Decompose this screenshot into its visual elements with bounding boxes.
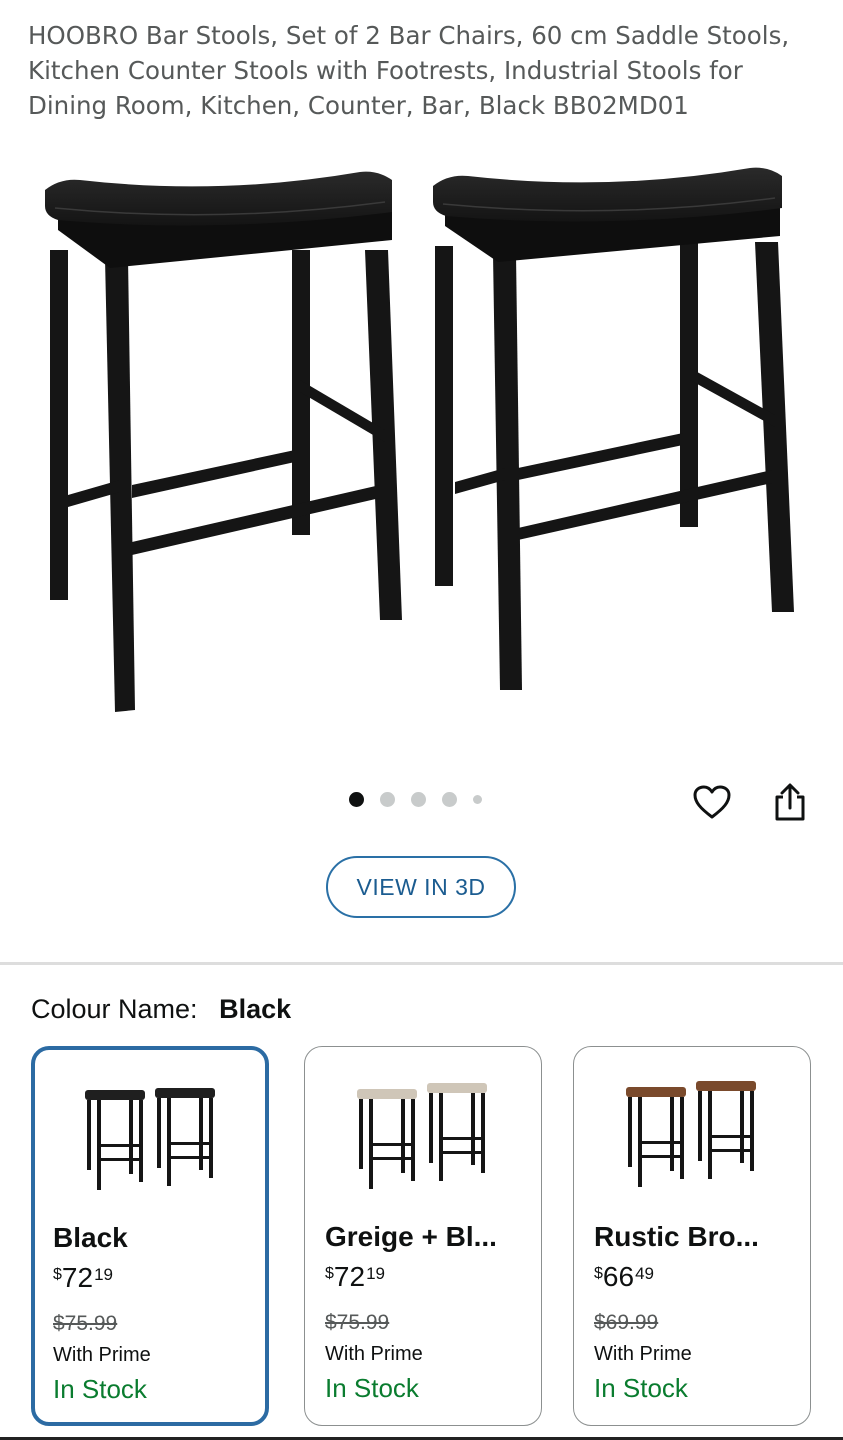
pagination-dot[interactable] (349, 792, 364, 807)
price-whole: 72 (61, 1262, 94, 1293)
price-fraction: 19 (366, 1264, 385, 1283)
swatch-stock: In Stock (325, 1373, 419, 1403)
swatch-greige-black[interactable]: Greige + Bl... $72 19 $75.99 With Prime I… (304, 1046, 542, 1426)
pagination-dot[interactable] (411, 792, 426, 807)
swatch-name: Greige + Bl... (325, 1221, 497, 1252)
product-title: HOOBRO Bar Stools, Set of 2 Bar Chairs, … (28, 21, 790, 120)
swatch-prime: With Prime (594, 1343, 692, 1365)
colour-selection-label: Colour Name: Black (31, 994, 291, 1025)
swatch-stock: In Stock (53, 1374, 147, 1404)
swatch-thumbnail (357, 1083, 487, 1189)
pagination-dot[interactable] (442, 792, 457, 807)
stool-left (45, 171, 402, 712)
swatch-price: $72 19 (53, 1262, 113, 1294)
product-image[interactable] (0, 150, 843, 740)
swatch-was-price: $69.99 (594, 1311, 659, 1334)
image-pagination[interactable] (349, 792, 482, 807)
price-currency: $ (594, 1265, 603, 1282)
swatch-price: $72 19 (325, 1261, 385, 1293)
heart-icon[interactable] (690, 780, 734, 824)
colour-value: Black (219, 994, 292, 1024)
price-fraction: 19 (94, 1265, 113, 1284)
price-whole: 66 (602, 1261, 635, 1292)
price-currency: $ (325, 1265, 334, 1282)
swatch-thumbnail (85, 1088, 215, 1190)
swatch-prime: With Prime (325, 1343, 423, 1365)
share-icon[interactable] (768, 780, 812, 824)
swatch-thumbnail (626, 1081, 756, 1187)
swatch-rustic-brown[interactable]: Rustic Bro... $66 49 $69.99 With Prime In… (573, 1046, 811, 1426)
pagination-dot[interactable] (380, 792, 395, 807)
swatch-was-price: $75.99 (53, 1312, 118, 1335)
swatch-name: Rustic Bro... (594, 1221, 759, 1252)
stool-right (433, 167, 794, 690)
swatch-stock: In Stock (594, 1373, 688, 1403)
section-divider (0, 962, 843, 965)
swatch-name: Black (53, 1222, 128, 1253)
swatch-was-price: $75.99 (325, 1311, 390, 1334)
pagination-dot[interactable] (473, 795, 482, 804)
price-whole: 72 (333, 1261, 366, 1292)
swatch-black[interactable]: Black $72 19 $75.99 With Prime In Stock (31, 1046, 269, 1426)
price-currency: $ (53, 1266, 62, 1283)
swatch-price: $66 49 (594, 1261, 654, 1293)
price-fraction: 49 (635, 1264, 654, 1283)
colour-label: Colour Name: (31, 994, 198, 1024)
swatch-prime: With Prime (53, 1344, 151, 1366)
view-in-3d-button[interactable]: VIEW IN 3D (326, 856, 516, 918)
